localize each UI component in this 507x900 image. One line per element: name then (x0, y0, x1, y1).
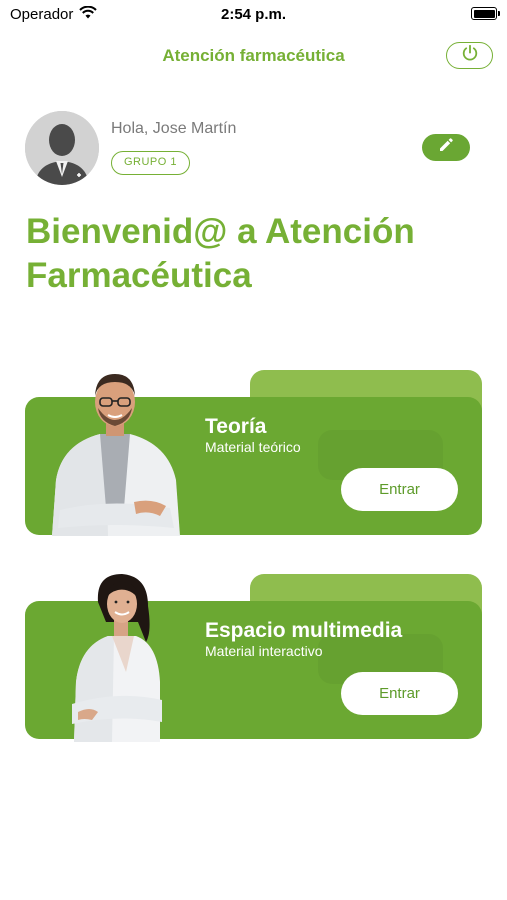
logout-button[interactable] (446, 42, 493, 69)
theory-card-subtitle: Material teórico (205, 439, 301, 455)
welcome-heading: Bienvenid@ a Atención Farmacéutica (26, 210, 486, 298)
avatar-placeholder-icon (25, 111, 99, 185)
pencil-icon (438, 137, 454, 158)
edit-profile-button[interactable] (422, 134, 470, 161)
pharmacist-man-image (48, 368, 182, 536)
welcome-line-1: Bienvenid@ a Atención (26, 212, 415, 251)
battery-icon (471, 7, 500, 20)
status-time: 2:54 p.m. (220, 6, 287, 23)
power-icon (461, 44, 479, 67)
greeting-text: Hola, Jose Martín (111, 120, 237, 137)
multimedia-enter-button[interactable]: Entrar (341, 672, 458, 715)
theory-enter-button[interactable]: Entrar (341, 468, 458, 511)
page-title: Atención farmacéutica (162, 46, 345, 65)
welcome-line-2: Farmacéutica (26, 256, 252, 295)
theory-card-title: Teoría (205, 415, 267, 438)
pharmacist-woman-image (68, 572, 168, 742)
avatar (25, 111, 99, 185)
multimedia-card-title: Espacio multimedia (205, 619, 403, 642)
multimedia-card-subtitle: Material interactivo (205, 643, 323, 659)
group-badge: GRUPO 1 (111, 151, 190, 175)
